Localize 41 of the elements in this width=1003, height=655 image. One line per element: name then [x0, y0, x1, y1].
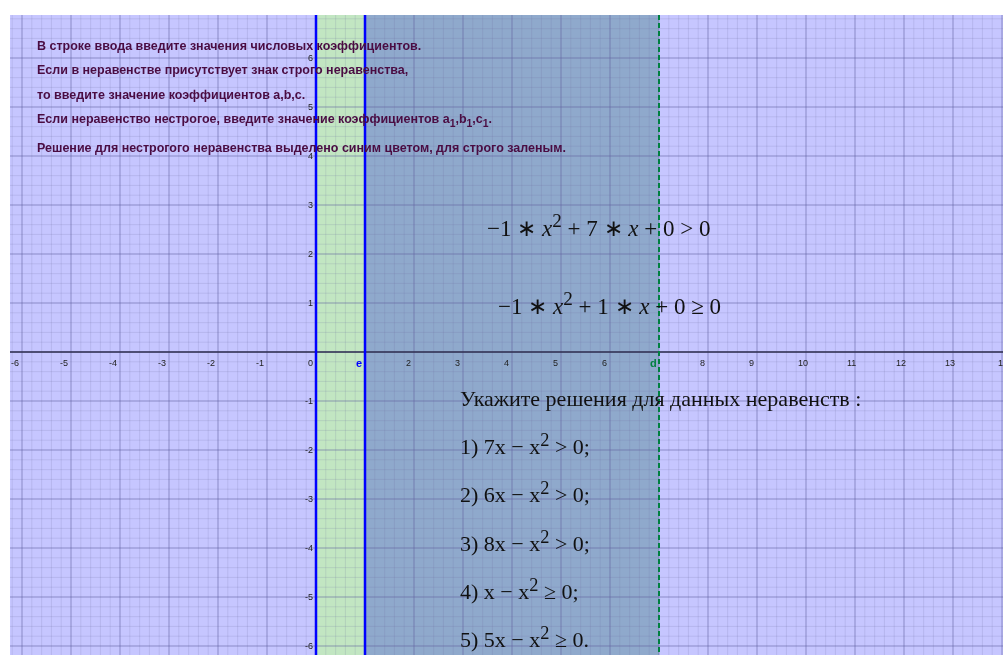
y-axis-label: -1: [305, 396, 313, 406]
y-axis-label: 6: [308, 53, 313, 63]
y-axis-label: -3: [305, 494, 313, 504]
x-axis-label: 3: [455, 358, 460, 368]
x-axis-label: -5: [60, 358, 68, 368]
x-axis-label: -3: [158, 358, 166, 368]
y-axis-label: 5: [308, 102, 313, 112]
x-axis-label: 13: [945, 358, 955, 368]
x-axis-label: 9: [749, 358, 754, 368]
x-axis-label: -6: [11, 358, 19, 368]
x-axis-label: -2: [207, 358, 215, 368]
x-axis-label: 0: [308, 358, 313, 368]
inequality-formula: −1 ∗ x$^{2}$ + 7 ∗ x + 0 > 0: [487, 209, 711, 243]
x-axis-label: 12: [896, 358, 906, 368]
x-axis-label: 11: [847, 358, 857, 368]
x-axis-label: 5: [553, 358, 558, 368]
y-axis-label: -6: [305, 641, 313, 651]
task-item: 2) 6x − x$^{2}$ > 0;: [460, 477, 591, 510]
y-axis-label: 2: [308, 249, 313, 259]
x-axis-label: 2: [406, 358, 411, 368]
point-label: d: [650, 358, 657, 369]
task-item: 3) 8x − x$^{2}$ > 0;: [460, 525, 591, 558]
task-item: 1) 7x − x$^{2}$ > 0;: [460, 429, 591, 462]
task-title: Укажите решения для данных неравенств :: [460, 385, 862, 413]
point-label: e: [356, 358, 363, 369]
task-item: 5) 5x − x$^{2}$ ≥ 0.: [460, 622, 590, 655]
y-axis-label: 1: [308, 298, 313, 308]
instruction-text: то введите значение коэффициентов a,b,c.: [37, 87, 306, 102]
y-axis-label: -4: [305, 543, 313, 553]
x-axis-label: 8: [700, 358, 705, 368]
y-axis-label: 3: [308, 200, 313, 210]
task-item: 4) x − x$^{2}$ ≥ 0;: [460, 574, 580, 607]
y-axis-label: -2: [305, 445, 313, 455]
y-axis-label: -5: [305, 592, 313, 602]
inequality-formula: −1 ∗ x$^{2}$ + 1 ∗ x + 0 ≥ 0: [498, 287, 722, 321]
x-axis-label: -1: [256, 358, 264, 368]
x-axis-label: 10: [798, 358, 808, 368]
x-axis-label: 1: [998, 358, 1003, 368]
x-axis-label: 4: [504, 358, 509, 368]
x-axis-label: -4: [109, 358, 117, 368]
x-axis-label: 6: [602, 358, 607, 368]
